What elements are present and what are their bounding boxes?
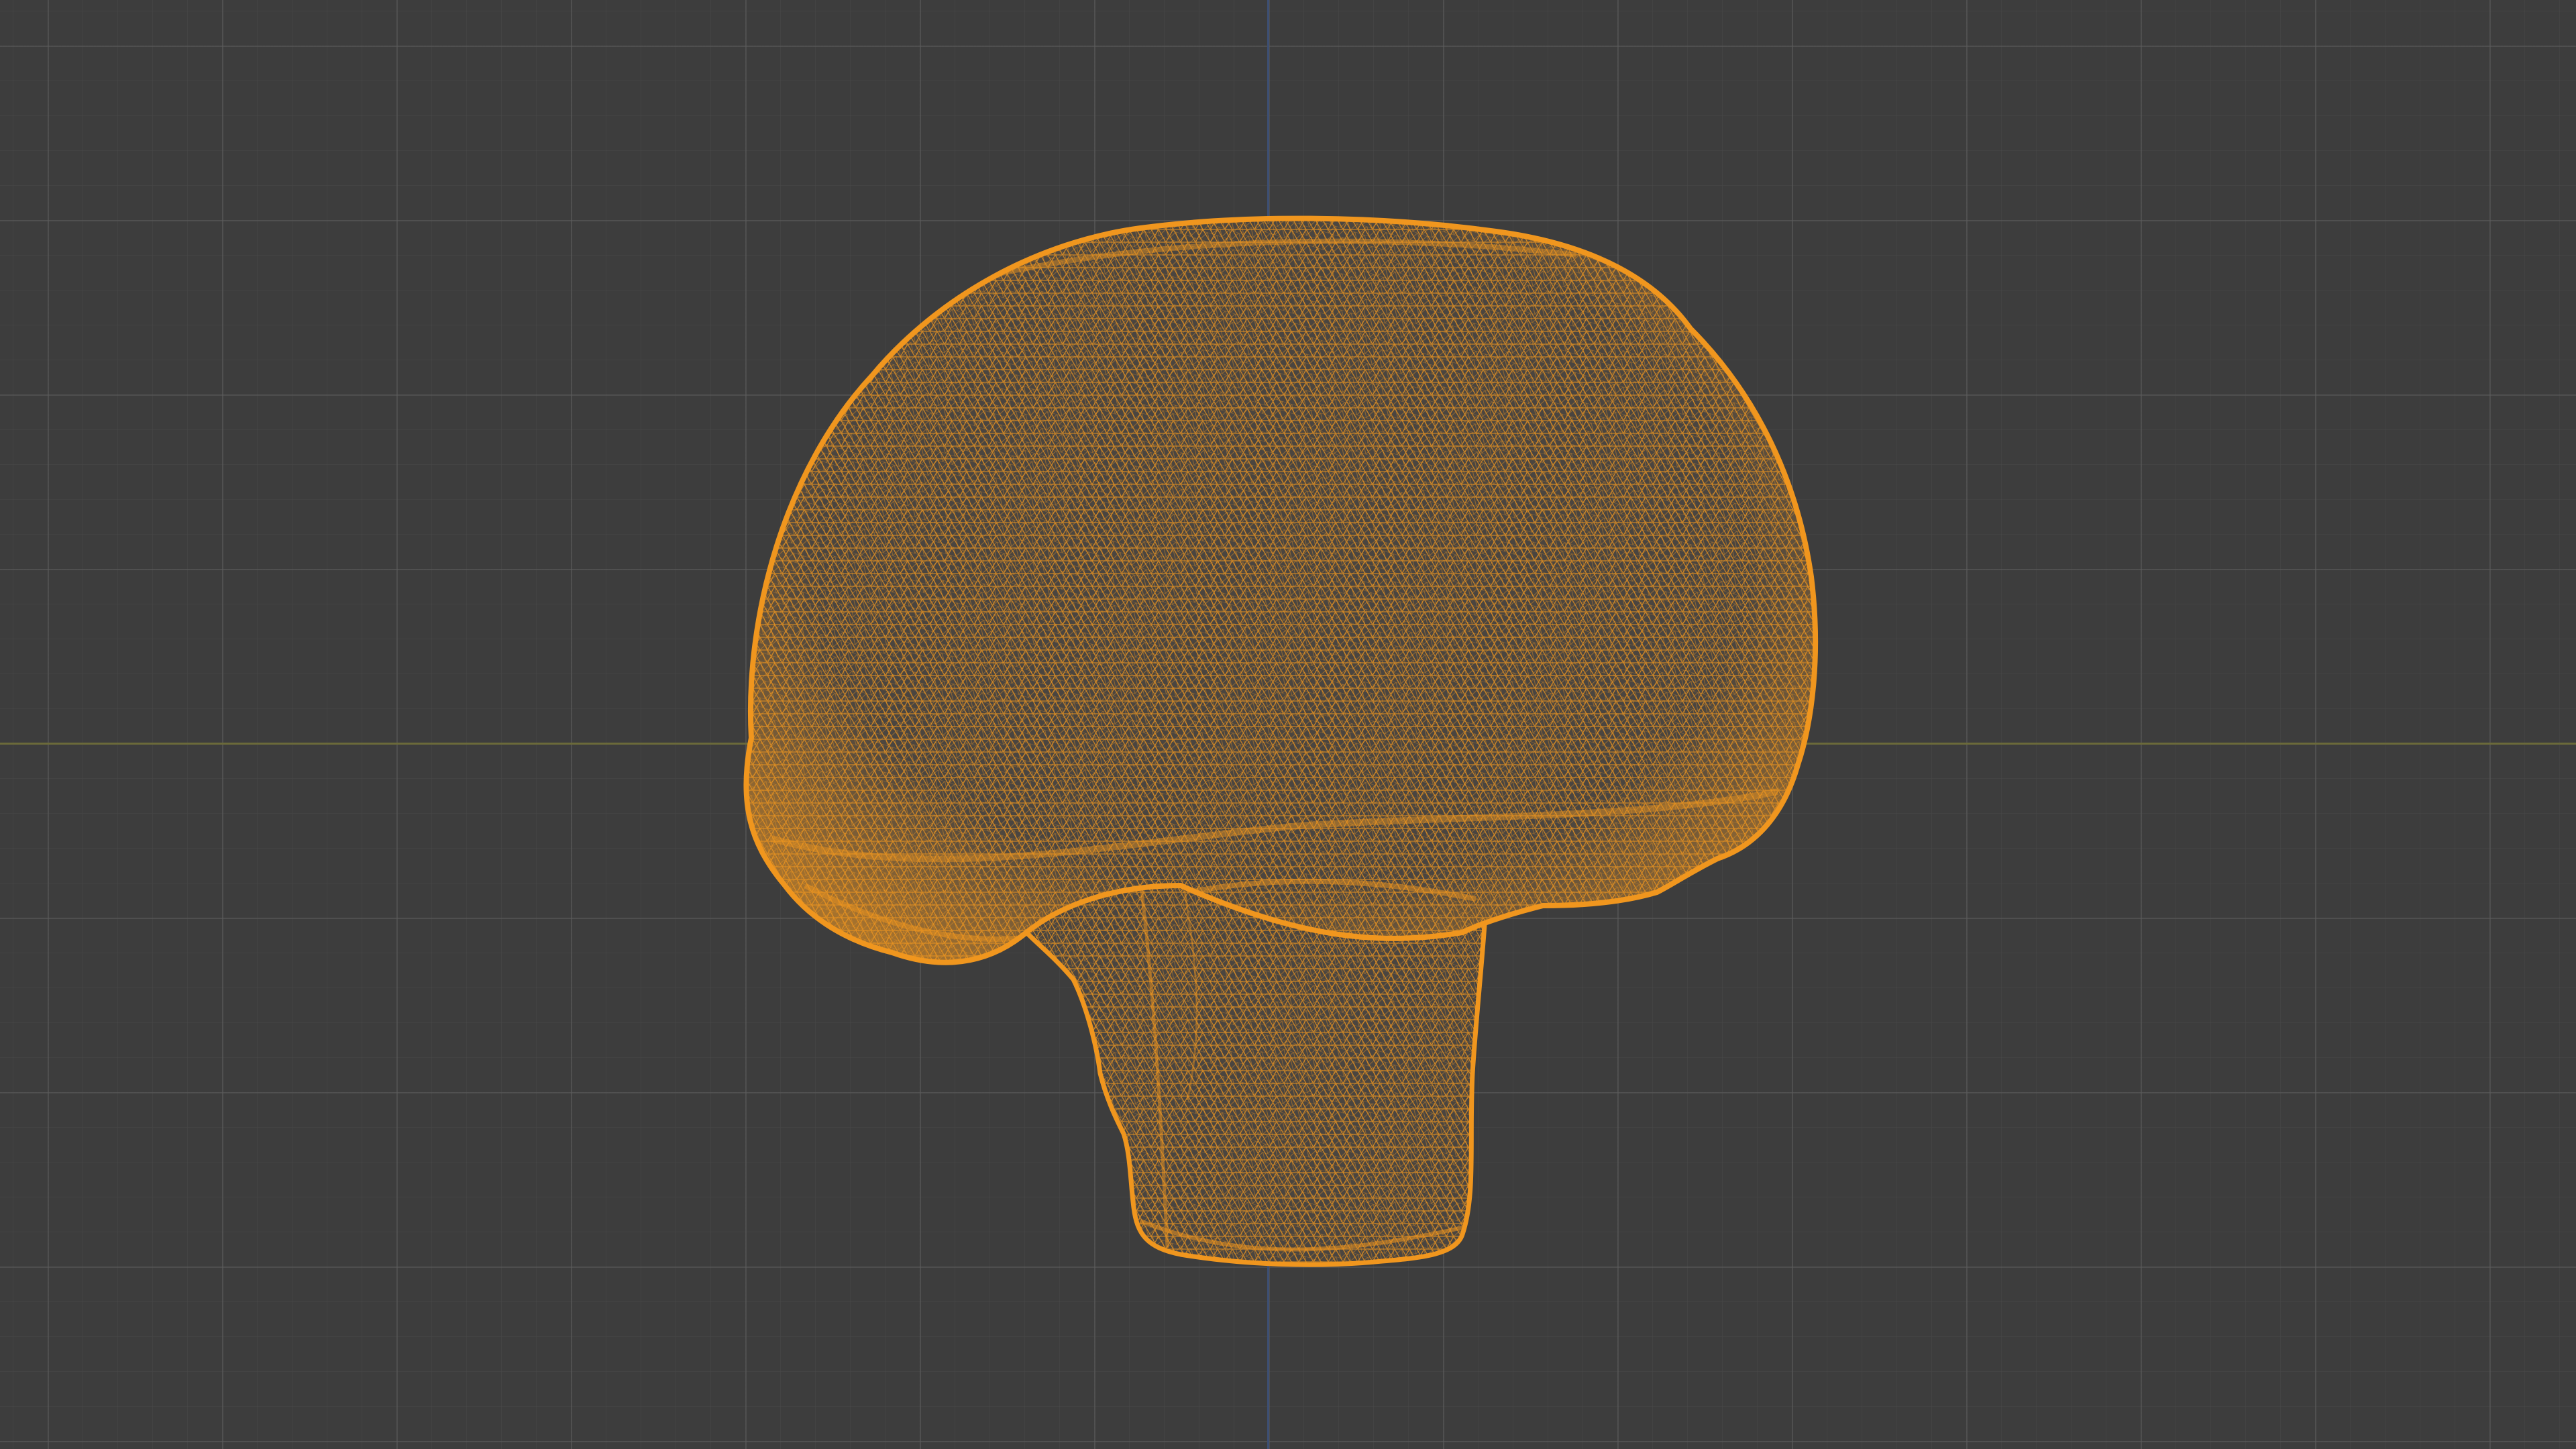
wireframe-mesh[interactable]: [0, 0, 2576, 1449]
mushroom-cap: [724, 201, 1838, 993]
3d-viewport[interactable]: [0, 0, 2576, 1449]
